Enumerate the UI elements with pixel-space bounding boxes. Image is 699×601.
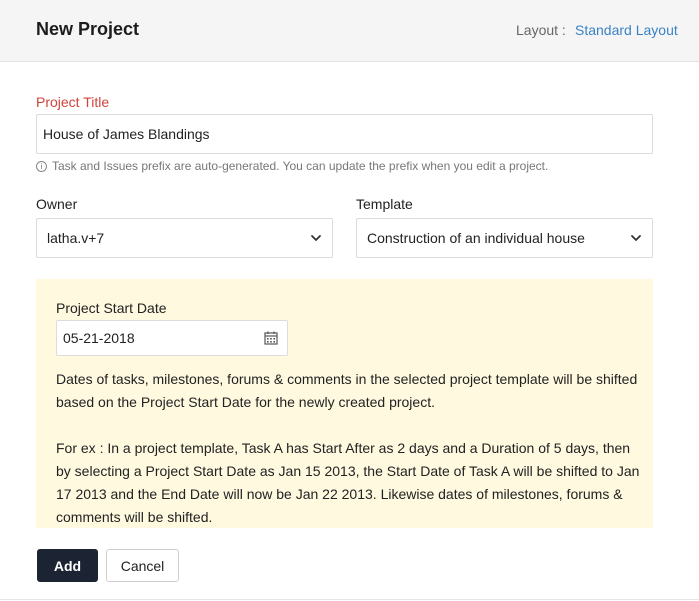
prefix-hint-text: Task and Issues prefix are auto-generate…: [52, 159, 549, 173]
start-date-example: For ex : In a project template, Task A h…: [56, 440, 640, 525]
prefix-hint: i Task and Issues prefix are auto-genera…: [36, 159, 548, 173]
add-button[interactable]: Add: [37, 549, 98, 582]
info-icon: i: [36, 160, 47, 172]
project-title-input[interactable]: [36, 114, 653, 154]
template-label: Template: [356, 196, 413, 212]
owner-select[interactable]: latha.v+7: [36, 218, 333, 258]
start-date-panel: Project Start Date 05-21-2018 Dates of t…: [36, 279, 653, 528]
page-title: New Project: [36, 19, 140, 39]
project-title-label: Project Title: [36, 94, 110, 110]
start-date-label: Project Start Date: [56, 300, 167, 316]
layout-label: Layout :: [516, 22, 566, 38]
start-date-input[interactable]: 05-21-2018: [56, 320, 288, 356]
cancel-button[interactable]: Cancel: [106, 549, 179, 582]
calendar-icon[interactable]: [264, 331, 278, 345]
chevron-down-icon: [631, 235, 641, 241]
template-select-value: Construction of an individual house: [367, 230, 585, 246]
start-date-value: 05-21-2018: [63, 330, 135, 346]
owner-label: Owner: [36, 196, 78, 212]
template-select[interactable]: Construction of an individual house: [356, 218, 653, 258]
footer-divider: [0, 599, 699, 600]
chevron-down-icon: [311, 235, 321, 241]
page-header: New Project Layout : Standard Layout: [0, 0, 699, 62]
layout-selector-link[interactable]: Standard Layout: [575, 22, 678, 38]
start-date-description: Dates of tasks, milestones, forums & com…: [56, 371, 638, 410]
owner-select-value: latha.v+7: [47, 230, 105, 246]
